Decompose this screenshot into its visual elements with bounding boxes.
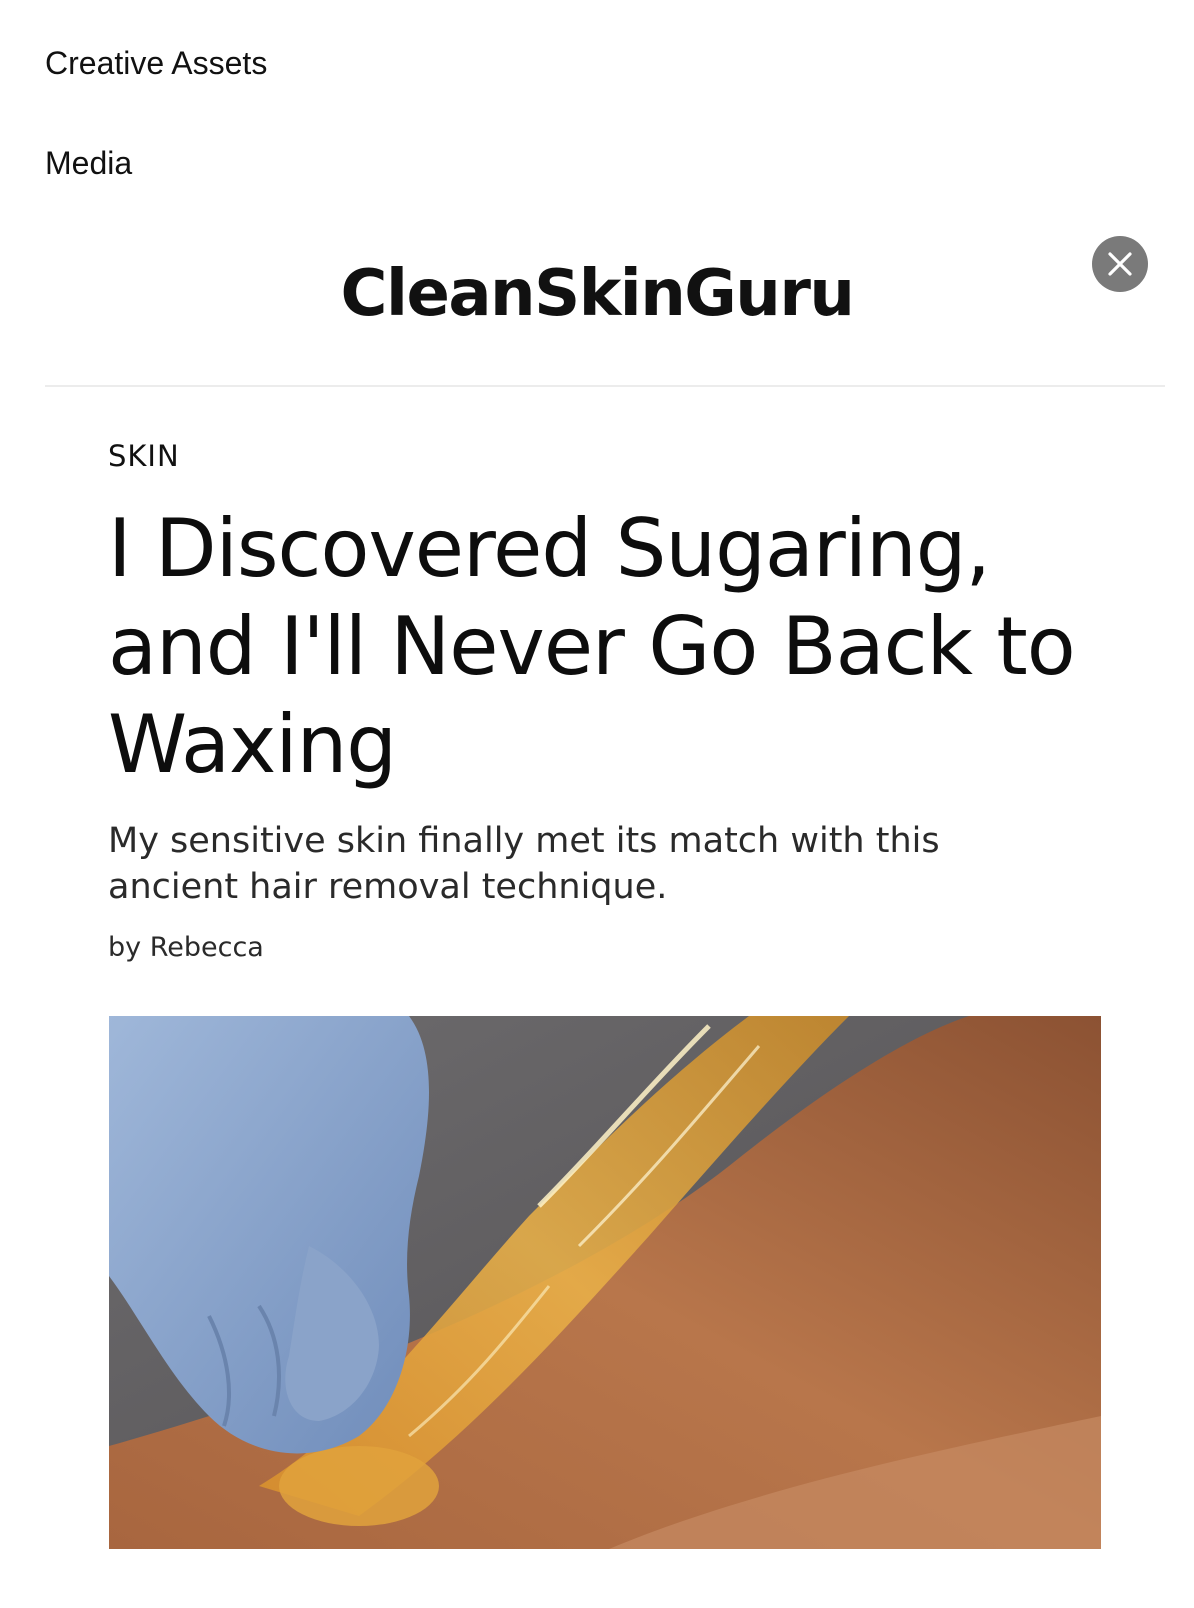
article-byline: by Rebecca [108,932,264,963]
site-logo: CleanSkinGuru [340,257,855,331]
close-button[interactable] [1092,236,1148,292]
article-category[interactable]: SKIN [108,442,180,471]
media-link[interactable]: Media [45,147,132,179]
hero-image [109,1016,1101,1549]
close-icon [1108,252,1132,276]
article-title: I Discovered Sugaring, and I'll Never Go… [108,502,1076,791]
creative-assets-link[interactable]: Creative Assets [45,47,267,79]
header-divider [45,385,1165,387]
article-subtitle: My sensitive skin finally met its match … [108,821,940,907]
